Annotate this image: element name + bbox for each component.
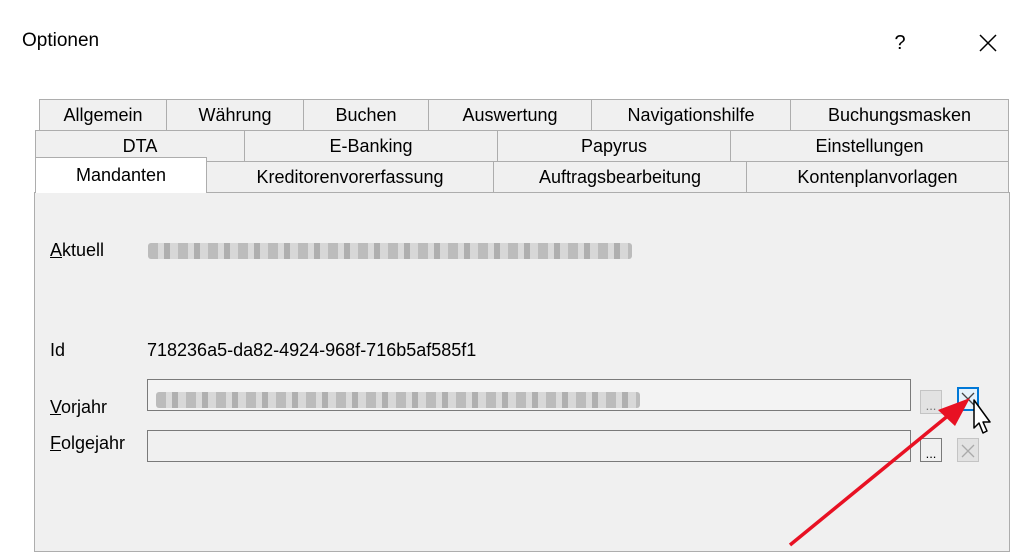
tab-einstellungen[interactable]: Einstellungen bbox=[730, 130, 1009, 161]
help-button[interactable]: ? bbox=[880, 26, 920, 60]
folgejahr-label: Folgejahr bbox=[50, 433, 126, 453]
tab-auftragsbearbeitung[interactable]: Auftragsbearbeitung bbox=[493, 161, 747, 192]
dialog-title: Optionen bbox=[22, 30, 100, 51]
tab-papyrus[interactable]: Papyrus bbox=[497, 130, 731, 161]
id-label: Id bbox=[50, 340, 66, 360]
tab-waehrung[interactable]: Währung bbox=[166, 99, 304, 130]
vorjahr-label: Vorjahr bbox=[50, 397, 108, 417]
tab-row-3: Mandanten Kreditorenvorerfassung Auftrag… bbox=[35, 157, 1010, 193]
tab-mandanten[interactable]: Mandanten bbox=[35, 157, 207, 193]
tab-row-1: Allgemein Währung Buchen Auswertung Navi… bbox=[39, 99, 1010, 130]
tab-buchungsmasken[interactable]: Buchungsmasken bbox=[790, 99, 1009, 130]
id-value: 718236a5-da82-4924-968f-716b5af585f1 bbox=[147, 340, 477, 360]
annotation-arrow-icon bbox=[788, 398, 970, 547]
tab-kontenplanvorlagen[interactable]: Kontenplanvorlagen bbox=[746, 161, 1009, 192]
tab-kreditorenvorerfassung[interactable]: Kreditorenvorerfassung bbox=[206, 161, 494, 192]
tab-buchen[interactable]: Buchen bbox=[303, 99, 429, 130]
aktuell-value-blurred bbox=[148, 243, 632, 259]
tab-allgemein[interactable]: Allgemein bbox=[39, 99, 167, 130]
tab-navigationshilfe[interactable]: Navigationshilfe bbox=[591, 99, 791, 130]
close-button[interactable] bbox=[968, 26, 1008, 60]
vorjahr-value-blurred bbox=[156, 392, 640, 408]
close-icon bbox=[979, 34, 997, 52]
aktuell-label: Aktuell bbox=[50, 240, 105, 260]
tab-auswertung[interactable]: Auswertung bbox=[428, 99, 592, 130]
tab-e-banking[interactable]: E-Banking bbox=[244, 130, 498, 161]
